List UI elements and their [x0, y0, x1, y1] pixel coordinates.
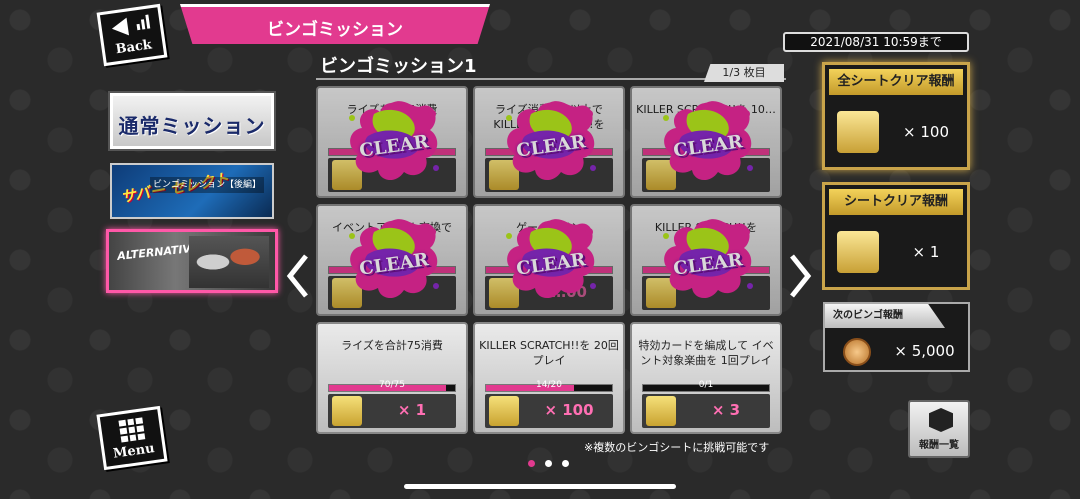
bingo-cell-reward: × 1 — [328, 394, 456, 428]
triangle-ticket-icon — [837, 111, 879, 153]
bingo-cell[interactable]: KILLER SCRATCH!!を 20回プレイ 14/20 × 100 — [473, 322, 625, 434]
bingo-cell[interactable]: KILLER SC…CH!!をCLEAR — [630, 204, 782, 316]
page-title-banner: ビンゴミッション — [180, 4, 490, 44]
next-bingo-title: 次のビンゴ報酬 — [825, 304, 945, 328]
reward-qty: × 3 — [711, 401, 741, 419]
sheet-title: ビンゴミッション1 — [320, 56, 477, 77]
rewards-list-label: 報酬一覧 — [919, 440, 959, 451]
progress-text: 70/75 — [379, 380, 405, 390]
clear-splat-icon: CLEAR — [501, 214, 601, 304]
bingo-cell[interactable]: ライズ消費×…以上で KILLER SCRATCH!!をCLEAR — [473, 86, 625, 198]
bingo-cell[interactable]: KILLER SCRATCH!!を 10…CLEAR — [630, 86, 782, 198]
character-art — [189, 236, 269, 288]
sheet-clear-qty: × 1 — [912, 243, 940, 261]
bingo-cell[interactable]: ライズを…75消費CLEAR — [316, 86, 468, 198]
clear-splat-icon: CLEAR — [501, 96, 601, 186]
clear-splat-icon: CLEAR — [344, 96, 444, 186]
clear-splat-icon: CLEAR — [344, 214, 444, 304]
next-bingo-qty: × 5,000 — [894, 342, 955, 360]
triangle-ticket-icon — [489, 396, 519, 426]
page-dot[interactable] — [528, 460, 535, 467]
coin-icon — [843, 338, 871, 366]
rewards-list-button[interactable]: 報酬一覧 — [908, 400, 970, 458]
box-icon — [929, 408, 953, 432]
back-label: Back — [114, 37, 153, 58]
bingo-cell[interactable]: ライズを合計75消費 70/75 × 1 — [316, 322, 468, 434]
bingo-cell-title: 特効カードを編成して イベント対象楽曲を 1回プレイ — [638, 339, 774, 367]
bingo-cell-title: KILLER SCRATCH!!を 20回プレイ — [479, 339, 619, 367]
page-dot[interactable] — [545, 460, 552, 467]
cassette-icon — [646, 396, 676, 426]
bingo-kohen-label: ビンゴミッション【後編】 — [149, 177, 264, 193]
all-sheet-clear-reward-panel: 全シートクリア報酬 × 100 — [822, 62, 970, 170]
clear-splat-icon: CLEAR — [658, 96, 758, 186]
progress-text: 14/20 — [536, 380, 562, 390]
progress-text: 0/1 — [698, 380, 714, 390]
deadline-badge: 2021/08/31 10:59まで — [783, 32, 969, 52]
sheet-page-dots — [528, 460, 569, 467]
all-sheet-clear-title: 全シートクリア報酬 — [829, 69, 963, 95]
sheet-clear-title: シートクリア報酬 — [829, 189, 963, 215]
bingo-mission-kohen-banner[interactable]: サバー セレクト ビンゴミッション【後編】 — [110, 163, 274, 219]
menu-label: Menu — [112, 441, 156, 462]
normal-mission-label: 通常ミッション — [118, 114, 266, 138]
alternative-street-banner[interactable]: ALTERNATIVE STREET — [106, 229, 278, 293]
all-sheet-clear-qty: × 100 — [903, 123, 949, 141]
menu-button[interactable]: Menu — [96, 405, 168, 471]
bingo-cell[interactable]: ゲーム…イン…00CLEAR — [473, 204, 625, 316]
sheet-page-counter: 1/3 枚目 — [704, 64, 784, 82]
clear-splat-icon: CLEAR — [658, 214, 758, 304]
home-indicator[interactable] — [404, 484, 676, 489]
bingo-cell[interactable]: イベントアイテム交換でCLEAR — [316, 204, 468, 316]
signal-bars-icon — [135, 14, 151, 31]
normal-mission-button[interactable]: 通常ミッション — [110, 93, 274, 149]
menu-grid-icon — [118, 417, 146, 443]
bingo-cell-reward: × 3 — [642, 394, 770, 428]
back-arrow-icon — [110, 17, 130, 38]
bingo-cell[interactable]: 特効カードを編成して イベント対象楽曲を 1回プレイ 0/1 × 3 — [630, 322, 782, 434]
gacha-ticket-icon — [837, 231, 879, 273]
page-dot[interactable] — [562, 460, 569, 467]
back-button[interactable]: Back — [96, 3, 168, 67]
bingo-cell-title: ライズを合計75消費 — [341, 339, 443, 352]
reward-qty: × 1 — [397, 401, 427, 419]
reward-qty: × 100 — [544, 401, 594, 419]
next-sheet-arrow-icon[interactable] — [788, 254, 812, 298]
prev-sheet-arrow-icon[interactable] — [286, 254, 310, 298]
bottle-icon — [332, 396, 362, 426]
page-title: ビンゴミッション — [267, 20, 403, 40]
next-bingo-reward-panel: 次のビンゴ報酬 × 5,000 — [823, 302, 970, 372]
bingo-cell-reward: × 100 — [485, 394, 613, 428]
sheet-clear-reward-panel: シートクリア報酬 × 1 — [822, 182, 970, 290]
multi-sheet-note: ※複数のビンゴシートに挑戦可能です — [584, 441, 770, 454]
